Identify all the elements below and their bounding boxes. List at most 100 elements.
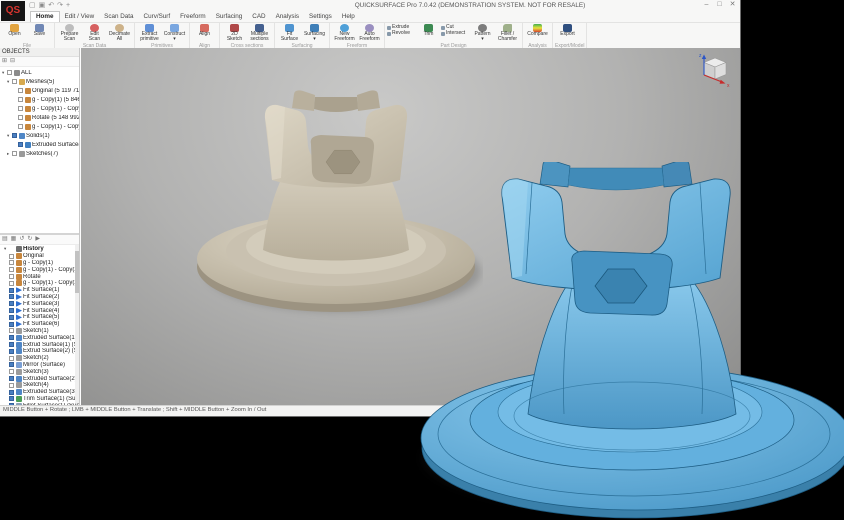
history-checkbox[interactable] <box>9 308 14 313</box>
history-item[interactable]: Trim Surface(1) (Surface) <box>0 396 79 403</box>
ribbon-button[interactable]: Save <box>27 24 52 43</box>
ribbon-button[interactable]: Intersect <box>441 30 470 36</box>
history-checkbox[interactable] <box>9 267 14 272</box>
undo-step-icon[interactable]: ↺ <box>19 236 24 243</box>
history-checkbox[interactable] <box>9 315 14 320</box>
grid-icon[interactable]: ▦ <box>11 236 17 243</box>
visibility-checkbox[interactable] <box>12 133 17 138</box>
ribbon-button[interactable]: Trim <box>416 24 441 43</box>
history-item[interactable]: ▾ History <box>0 246 79 253</box>
history-item[interactable]: Fit Surface(6) <box>0 321 79 328</box>
history-checkbox[interactable] <box>9 328 14 333</box>
visibility-checkbox[interactable] <box>18 88 23 93</box>
history-checkbox[interactable] <box>9 362 14 367</box>
expander-icon[interactable]: ▾ <box>4 246 9 252</box>
ribbon-button[interactable]: Export <box>555 24 580 43</box>
add-icon[interactable]: + <box>66 0 70 11</box>
ribbon-tab[interactable]: Freeform <box>175 12 211 22</box>
visibility-checkbox[interactable] <box>18 142 23 147</box>
history-checkbox[interactable] <box>9 356 14 361</box>
tree-item[interactable]: Original (5 119 716) <box>0 86 79 95</box>
history-item[interactable]: Mirror (Surface) <box>0 362 79 369</box>
visibility-checkbox[interactable] <box>7 70 12 75</box>
ribbon-button[interactable]: Surfacing ▾ <box>302 24 327 43</box>
history-item[interactable]: Original <box>0 253 79 260</box>
new-file-icon[interactable]: ▢ <box>29 0 36 11</box>
history-item[interactable]: Extrud Surface(1) (Surface) <box>0 341 79 348</box>
ribbon-tab[interactable]: CAD <box>247 12 270 22</box>
history-checkbox[interactable] <box>9 260 14 265</box>
tree-item[interactable]: ▾ Meshes(5) <box>0 77 79 86</box>
history-item[interactable]: Extrud Surface(2) (Surface) <box>0 348 79 355</box>
ribbon-button[interactable]: Construct ▾ <box>162 24 187 43</box>
history-checkbox[interactable] <box>9 376 14 381</box>
history-checkbox[interactable] <box>9 281 14 286</box>
history-checkbox[interactable] <box>9 390 14 395</box>
history-item[interactable]: g - Copy(1) - Copy(2) <box>0 266 79 273</box>
visibility-checkbox[interactable] <box>12 79 17 84</box>
ribbon-button[interactable]: Pattern ▾ <box>470 24 495 43</box>
history-item[interactable]: Sketch(1) <box>0 328 79 335</box>
ribbon-tab[interactable]: Curv/Surf <box>139 12 176 22</box>
ribbon-tab[interactable]: Help <box>337 12 360 22</box>
visibility-checkbox[interactable] <box>18 124 23 129</box>
history-item[interactable]: g - Copy(1) <box>0 260 79 267</box>
ribbon-button[interactable]: Compare <box>525 24 550 43</box>
ribbon-button[interactable]: Align <box>192 24 217 43</box>
history-checkbox[interactable] <box>9 322 14 327</box>
save-history-icon[interactable]: ▤ <box>2 236 8 243</box>
history-item[interactable]: Extruded Surface(2) (Surface) <box>0 375 79 382</box>
history-item[interactable]: Fit Surface(5) <box>0 314 79 321</box>
history-item[interactable]: Fit Surface(4) <box>0 307 79 314</box>
ribbon-tab[interactable]: Home <box>30 11 60 22</box>
ribbon-button[interactable]: Fit Surface <box>277 24 302 43</box>
minimize-button[interactable]: – <box>700 0 713 10</box>
history-item[interactable]: Sketch(2) <box>0 355 79 362</box>
tree-item[interactable]: ▸ Sketches(7) <box>0 149 79 158</box>
tree-item[interactable]: g - Copy(1) - Copy(2)(5 948 8 <box>0 122 79 131</box>
visibility-checkbox[interactable] <box>18 97 23 102</box>
ribbon-button[interactable]: New Freeform <box>332 24 357 43</box>
history-checkbox[interactable] <box>9 301 14 306</box>
tree-item[interactable]: g - Copy(1) - Copy(2)(5 948 8 <box>0 104 79 113</box>
ribbon-tab[interactable]: Scan Data <box>99 12 138 22</box>
ribbon-button[interactable]: Revolve <box>387 30 416 36</box>
cad-model[interactable] <box>412 162 844 520</box>
history-checkbox[interactable] <box>9 342 14 347</box>
tree-item[interactable]: Rotate (5 148 992) <box>0 113 79 122</box>
ribbon-button[interactable]: Auto Freeform <box>357 24 382 43</box>
history-checkbox[interactable] <box>9 274 14 279</box>
tree-item[interactable]: ▾ Solids(1) <box>0 131 79 140</box>
visibility-checkbox[interactable] <box>18 115 23 120</box>
ribbon-button[interactable]: Fillet / Chamfer <box>495 24 520 43</box>
ribbon-tab[interactable]: Surfacing <box>211 12 248 22</box>
visibility-checkbox[interactable] <box>18 106 23 111</box>
ribbon-tab[interactable]: Analysis <box>271 12 304 22</box>
ribbon-button[interactable]: Prepare Scan <box>57 24 82 43</box>
ribbon-tab[interactable]: Settings <box>304 12 337 22</box>
history-checkbox[interactable] <box>9 383 14 388</box>
history-item[interactable]: Fit Surface(3) <box>0 300 79 307</box>
history-item[interactable]: Sketch(4) <box>0 382 79 389</box>
history-item[interactable]: Fit Surface(1) <box>0 287 79 294</box>
history-item[interactable]: Rotate <box>0 273 79 280</box>
history-scrollbar[interactable] <box>75 245 79 403</box>
history-checkbox[interactable] <box>9 254 14 259</box>
tree-item[interactable]: ▾ ALL <box>0 68 79 77</box>
history-checkbox[interactable] <box>9 349 14 354</box>
history-checkbox[interactable] <box>9 369 14 374</box>
ribbon-button[interactable]: Extract primitive <box>137 24 162 43</box>
history-checkbox[interactable] <box>9 294 14 299</box>
orientation-triad[interactable]: z x <box>696 51 734 89</box>
history-item[interactable]: Extruded Surface(3) (Surface) <box>0 389 79 396</box>
history-item[interactable]: Sketch(3) <box>0 368 79 375</box>
history-item[interactable]: Extruded Surface(1) (Surface) <box>0 334 79 341</box>
ribbon-button[interactable]: Edit Scan <box>82 24 107 43</box>
history-item[interactable]: Fit Surface(2) <box>0 294 79 301</box>
history-item[interactable]: g - Copy(1) - Copy(2) <box>0 280 79 287</box>
ribbon-button[interactable]: Decimate All <box>107 24 132 43</box>
redo-icon[interactable]: ↷ <box>57 0 63 11</box>
restore-button[interactable]: □ <box>713 0 726 10</box>
ribbon-button[interactable]: 2D Sketch <box>222 24 247 43</box>
tree-item[interactable]: Extruded Surface(4) <box>0 140 79 149</box>
